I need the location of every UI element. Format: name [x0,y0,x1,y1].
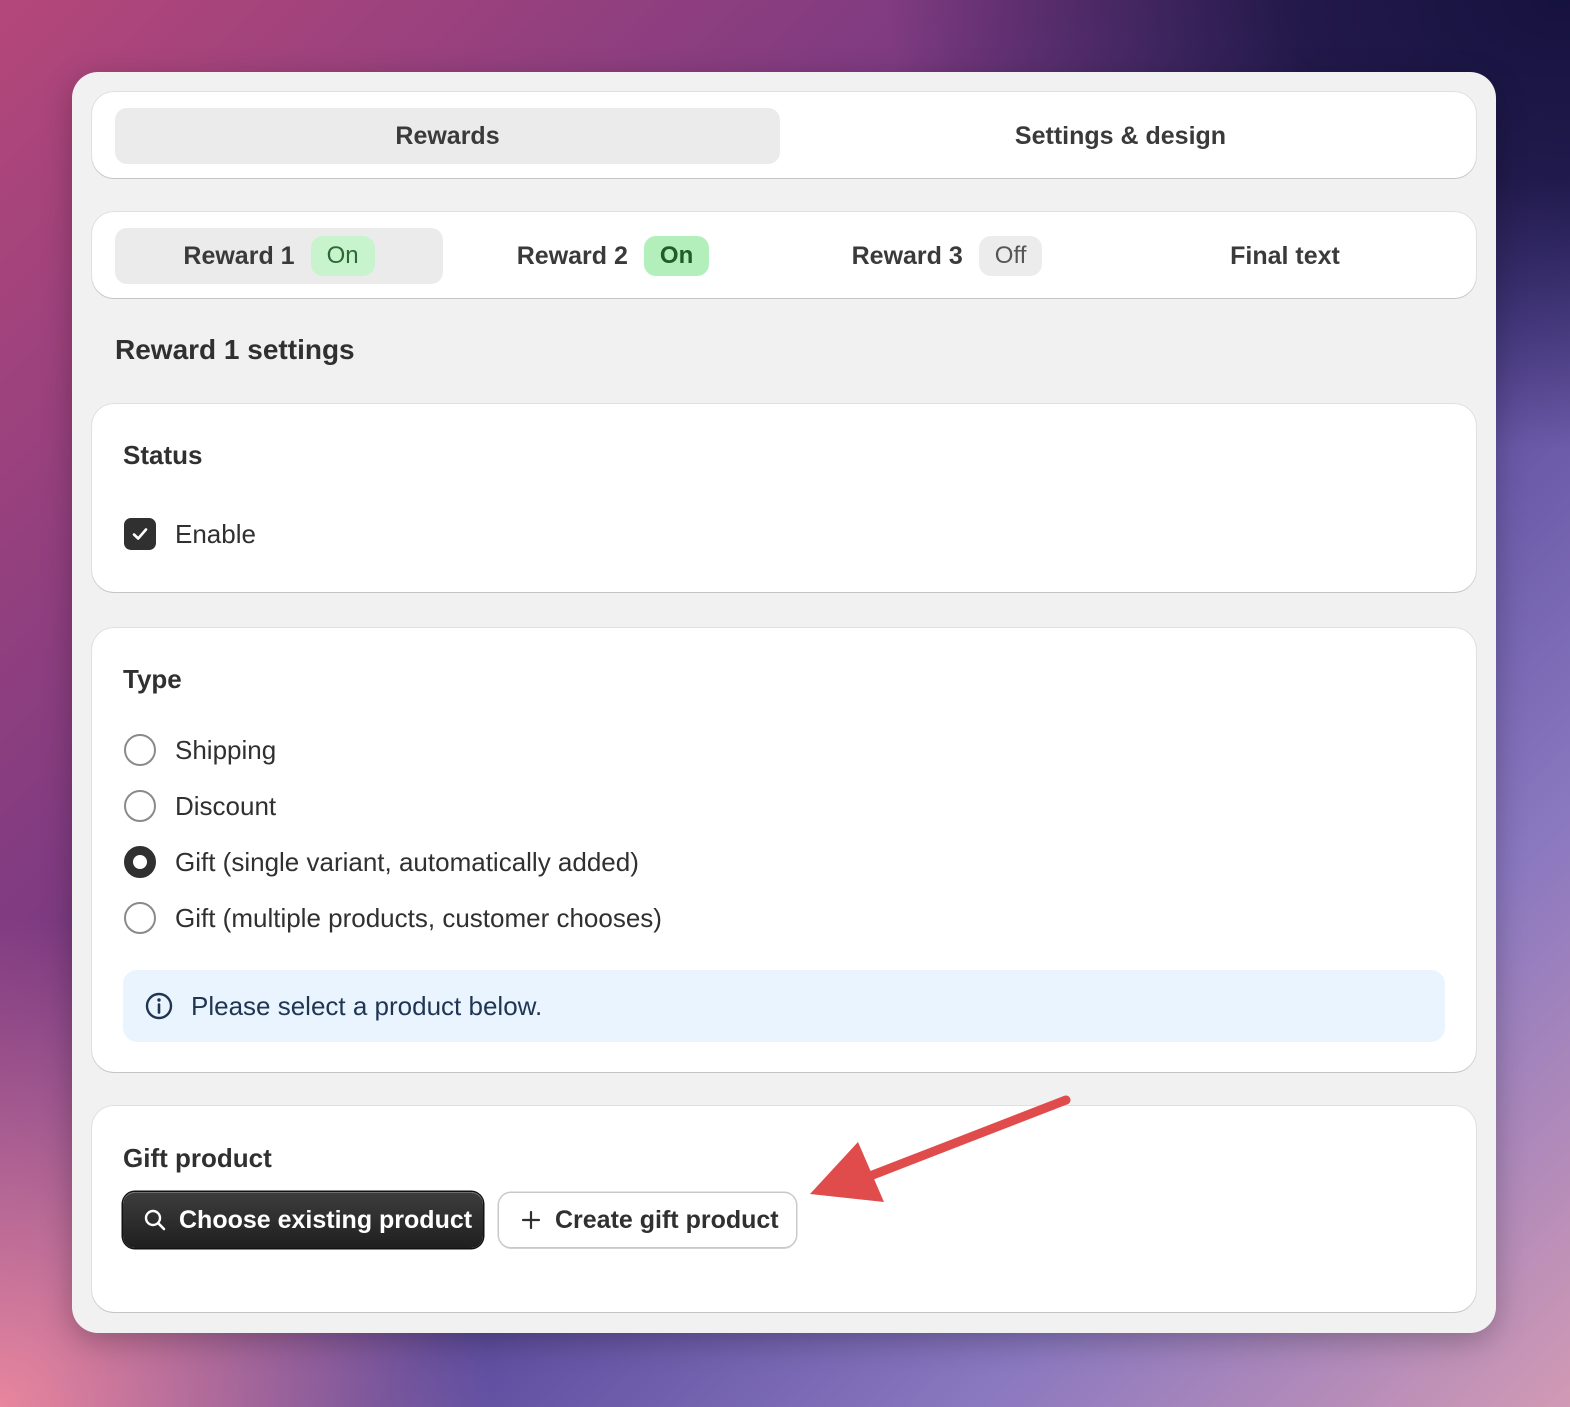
create-gift-product-button[interactable]: Create gift product [499,1193,796,1247]
choose-existing-product-label: Choose existing product [179,1205,473,1234]
search-icon [144,1209,166,1231]
radio-gift-single-label[interactable]: Gift (single variant, automatically adde… [175,846,639,878]
choose-existing-product-button[interactable]: Choose existing product [123,1192,483,1248]
tab-rewards-label: Rewards [395,121,500,150]
tab-final-text[interactable]: Final text [1117,228,1453,284]
tab-settings-design[interactable]: Settings & design [788,108,1453,164]
enable-checkbox[interactable] [124,518,156,550]
info-icon [145,992,173,1020]
type-card-title: Type [123,664,182,694]
status-badge: Off [978,236,1043,276]
radio-discount-label[interactable]: Discount [175,790,276,822]
tab-rewards[interactable]: Rewards [115,108,780,164]
radio-discount[interactable] [124,790,156,822]
status-card-title: Status [123,440,203,470]
tab-settings-design-label: Settings & design [1014,121,1227,150]
radio-gift-single[interactable] [124,846,156,878]
radio-gift-multiple-label[interactable]: Gift (multiple products, customer choose… [175,902,662,934]
tab-reward-3-label: Reward 3 [851,241,963,270]
gift-product-title: Gift product [123,1143,272,1173]
tab-reward-2-label: Reward 2 [516,241,628,270]
status-badge: On [310,236,375,276]
reward-tab-bar: Reward 1 On Reward 2 On Reward 3 Off Fin… [92,212,1476,298]
checkmark-icon [132,528,148,540]
radio-shipping-label[interactable]: Shipping [175,734,276,766]
enable-label[interactable]: Enable [175,518,256,550]
create-gift-product-label: Create gift product [555,1205,779,1234]
status-card: Status Enable [92,404,1476,592]
gift-product-card: Gift product Choose existing product Cre… [92,1106,1476,1312]
info-banner: Please select a product below. [123,970,1445,1042]
tab-reward-1-label: Reward 1 [183,241,295,270]
main-tab-bar: Rewards Settings & design [92,92,1476,178]
app-window: Rewards Settings & design Reward 1 On Re… [72,72,1496,1333]
plus-icon [521,1210,541,1230]
status-badge: On [643,236,710,276]
type-card: Type Shipping Discount Gift (single vari… [92,628,1476,1072]
tab-reward-3[interactable]: Reward 3 Off [783,228,1111,284]
tab-reward-2[interactable]: Reward 2 On [449,228,777,284]
annotation-arrow-icon [810,1095,1071,1202]
tab-final-text-label: Final text [1230,241,1340,270]
page-title: Reward 1 settings [115,334,355,365]
tab-reward-1[interactable]: Reward 1 On [115,228,443,284]
radio-gift-multiple[interactable] [124,902,156,934]
info-text: Please select a product below. [191,991,543,1021]
radio-shipping[interactable] [124,734,156,766]
